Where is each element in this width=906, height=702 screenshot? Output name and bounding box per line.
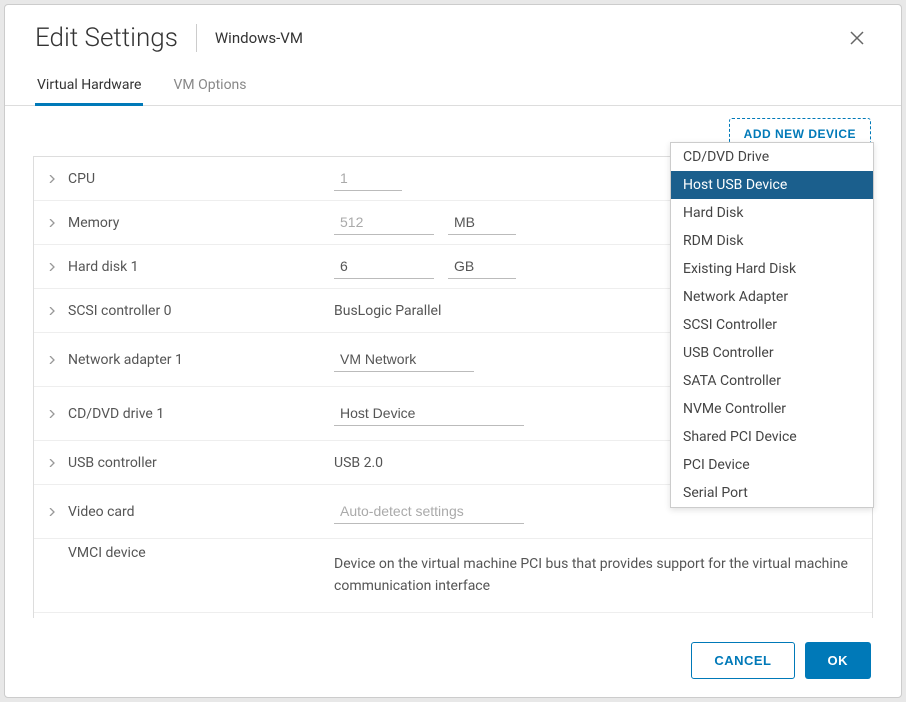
chevron-right-icon[interactable] (46, 263, 58, 271)
label-hard-disk: Hard disk 1 (68, 259, 139, 275)
cancel-button[interactable]: CANCEL (691, 642, 794, 679)
vmci-description: Device on the virtual machine PCI bus th… (334, 545, 862, 606)
hard-disk-unit-select[interactable]: GB (448, 254, 516, 279)
dropdown-item[interactable]: NVMe Controller (671, 395, 873, 423)
dropdown-item[interactable]: RDM Disk (671, 227, 873, 255)
usb-value: USB 2.0 (334, 455, 383, 471)
close-icon (849, 30, 865, 46)
dropdown-item[interactable]: SATA Controller (671, 367, 873, 395)
label-scsi: SCSI controller 0 (68, 303, 172, 319)
cpu-select[interactable]: 1 (334, 166, 402, 191)
dialog-header: Edit Settings Windows-VM (5, 5, 901, 63)
close-button[interactable] (843, 24, 871, 52)
chevron-right-icon[interactable] (46, 356, 58, 364)
vm-name: Windows-VM (215, 29, 303, 47)
dropdown-item[interactable]: Network Adapter (671, 283, 873, 311)
label-network: Network adapter 1 (68, 352, 183, 368)
memory-input[interactable] (334, 210, 434, 235)
row-vmci: VMCI device Device on the virtual machin… (34, 539, 872, 613)
label-usb: USB controller (68, 455, 157, 471)
label-cpu: CPU (68, 171, 95, 187)
row-other: Other Additional Hardware (34, 613, 872, 618)
chevron-right-icon[interactable] (46, 459, 58, 467)
scsi-value: BusLogic Parallel (334, 303, 441, 319)
add-device-dropdown: CD/DVD DriveHost USB DeviceHard DiskRDM … (670, 142, 874, 508)
tabs: Virtual Hardware VM Options (5, 63, 901, 106)
tab-vm-options[interactable]: VM Options (171, 71, 248, 106)
label-cd-dvd: CD/DVD drive 1 (68, 406, 164, 422)
chevron-right-icon[interactable] (46, 508, 58, 516)
dropdown-item[interactable]: Existing Hard Disk (671, 255, 873, 283)
label-vmci: VMCI device (68, 545, 146, 561)
dropdown-item[interactable]: Shared PCI Device (671, 423, 873, 451)
dropdown-item[interactable]: USB Controller (671, 339, 873, 367)
dialog-title: Edit Settings (35, 23, 178, 53)
dropdown-item[interactable]: CD/DVD Drive (671, 143, 873, 171)
hard-disk-input[interactable] (334, 254, 434, 279)
memory-unit-select[interactable]: MB (448, 210, 516, 235)
video-select[interactable]: Auto-detect settings (334, 499, 524, 524)
dropdown-item[interactable]: Hard Disk (671, 199, 873, 227)
cd-dvd-select[interactable]: Host Device (334, 401, 524, 426)
chevron-right-icon[interactable] (46, 175, 58, 183)
label-video: Video card (68, 504, 135, 520)
dropdown-item[interactable]: PCI Device (671, 451, 873, 479)
ok-button[interactable]: OK (805, 642, 872, 679)
chevron-right-icon[interactable] (46, 410, 58, 418)
divider (196, 24, 197, 52)
dropdown-item[interactable]: SCSI Controller (671, 311, 873, 339)
dialog-footer: CANCEL OK (5, 618, 901, 697)
dropdown-item[interactable]: Host USB Device (671, 171, 873, 199)
dropdown-item[interactable]: Serial Port (671, 479, 873, 507)
chevron-right-icon[interactable] (46, 219, 58, 227)
network-select[interactable]: VM Network (334, 347, 474, 372)
tab-virtual-hardware[interactable]: Virtual Hardware (35, 71, 143, 106)
chevron-right-icon[interactable] (46, 307, 58, 315)
label-memory: Memory (68, 215, 119, 231)
